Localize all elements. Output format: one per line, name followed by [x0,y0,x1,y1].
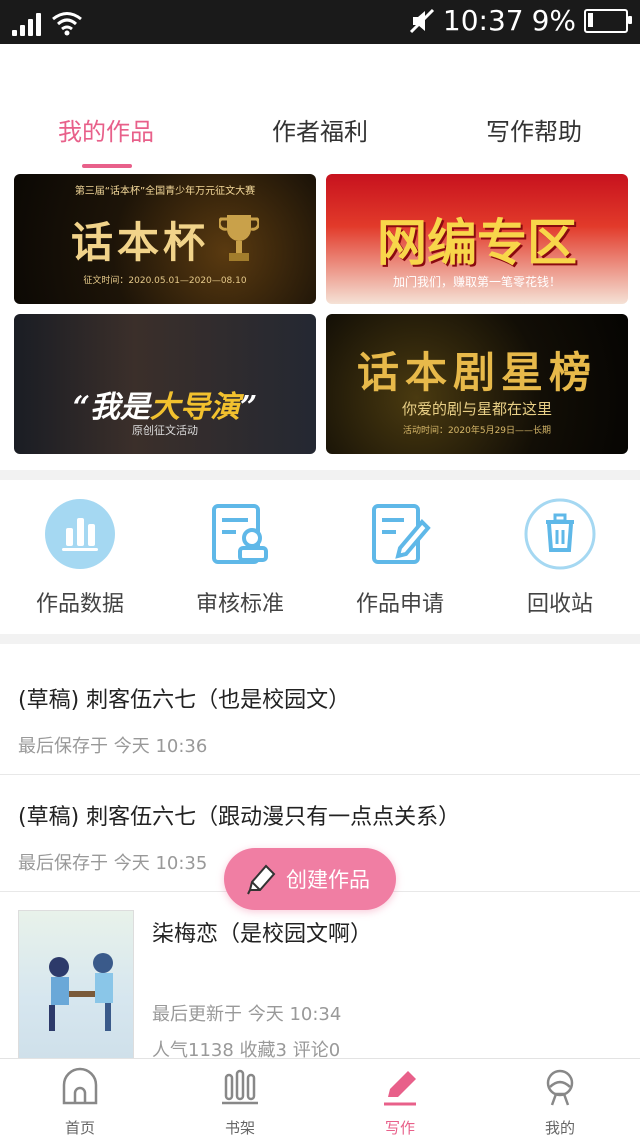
tab-my-works[interactable]: 我的作品 [58,112,154,147]
top-tabs: 我的作品 作者福利 写作帮助 [0,44,640,173]
tool-review-standard[interactable]: 审核标准 [160,498,320,618]
tool-grid: 作品数据 审核标准 作品申请 回收站 [0,480,640,634]
banner-director-contest[interactable]: “我是大导演” 原创征文活动 [14,314,316,454]
section-divider [0,634,640,644]
tool-works-application[interactable]: 作品申请 [320,498,480,618]
nav-profile[interactable]: 我的 [480,1067,640,1138]
home-icon [62,1067,98,1105]
battery-percent: 9% [531,4,576,37]
battery-icon [584,8,632,33]
work-title: (草稿) 刺客伍六七（也是校园文） [18,688,351,713]
tool-works-data[interactable]: 作品数据 [0,498,160,618]
trophy-icon [219,215,259,261]
create-work-button[interactable]: 创建作品 [224,848,396,910]
work-title: 柒梅恋（是校园文啊） [152,922,373,947]
pen-icon [247,864,276,895]
tab-author-benefits[interactable]: 作者福利 [272,112,368,147]
banner-drama-star-chart[interactable]: 话本剧星榜 你爱的剧与星都在这里 活动时间：2020年5月29日——长期 [326,314,628,454]
work-title: (草稿) 刺客伍六七（跟动漫只有一点点关系） [18,805,461,830]
bar-chart-icon [45,499,115,569]
clock: 10:37 [442,4,524,37]
work-save-time: 最后保存于 今天 10:36 [18,736,208,757]
wifi-icon [52,12,82,36]
bottom-nav: 首页 书架 写作 我的 [0,1058,640,1139]
create-work-label: 创建作品 [286,868,370,892]
nav-write[interactable]: 写作 [320,1067,480,1138]
tab-writing-help[interactable]: 写作帮助 [486,112,582,147]
list-item[interactable]: 柒梅恋（是校园文啊） 最后更新于 今天 10:34 人气1138 收藏3 评论0 [0,892,640,1061]
nav-home[interactable]: 首页 [0,1067,160,1138]
pen-icon [384,1071,416,1106]
banner-grid: 第三届“话本杯”全国青少年万元征文大赛 话本杯 征文时间：2020.05.01—… [0,172,640,470]
active-tab-indicator [82,164,132,168]
section-divider [0,470,640,480]
banner-huaben-cup[interactable]: 第三届“话本杯”全国青少年万元征文大赛 话本杯 征文时间：2020.05.01—… [14,174,316,304]
work-cover-image [18,910,134,1060]
trash-icon [524,498,596,570]
nav-bookshelf[interactable]: 书架 [160,1067,320,1138]
list-item[interactable]: (草稿) 刺客伍六七（也是校园文） 最后保存于 今天 10:36 [0,644,640,775]
work-save-time: 最后保存于 今天 10:35 [18,853,208,874]
status-bar: 10:37 9% [0,0,640,44]
signal-icon [12,12,41,36]
review-standard-icon [212,504,268,564]
banner-editor-zone[interactable]: 网编专区 加门我们，赚取第一笔零花钱！ [326,174,628,304]
mute-icon [409,8,434,33]
bookshelf-icon [222,1069,258,1105]
profile-icon [546,1069,574,1106]
edit-document-icon [372,504,431,564]
work-update-time: 最后更新于 今天 10:34 [152,1004,342,1025]
tool-recycle-bin[interactable]: 回收站 [480,498,640,618]
